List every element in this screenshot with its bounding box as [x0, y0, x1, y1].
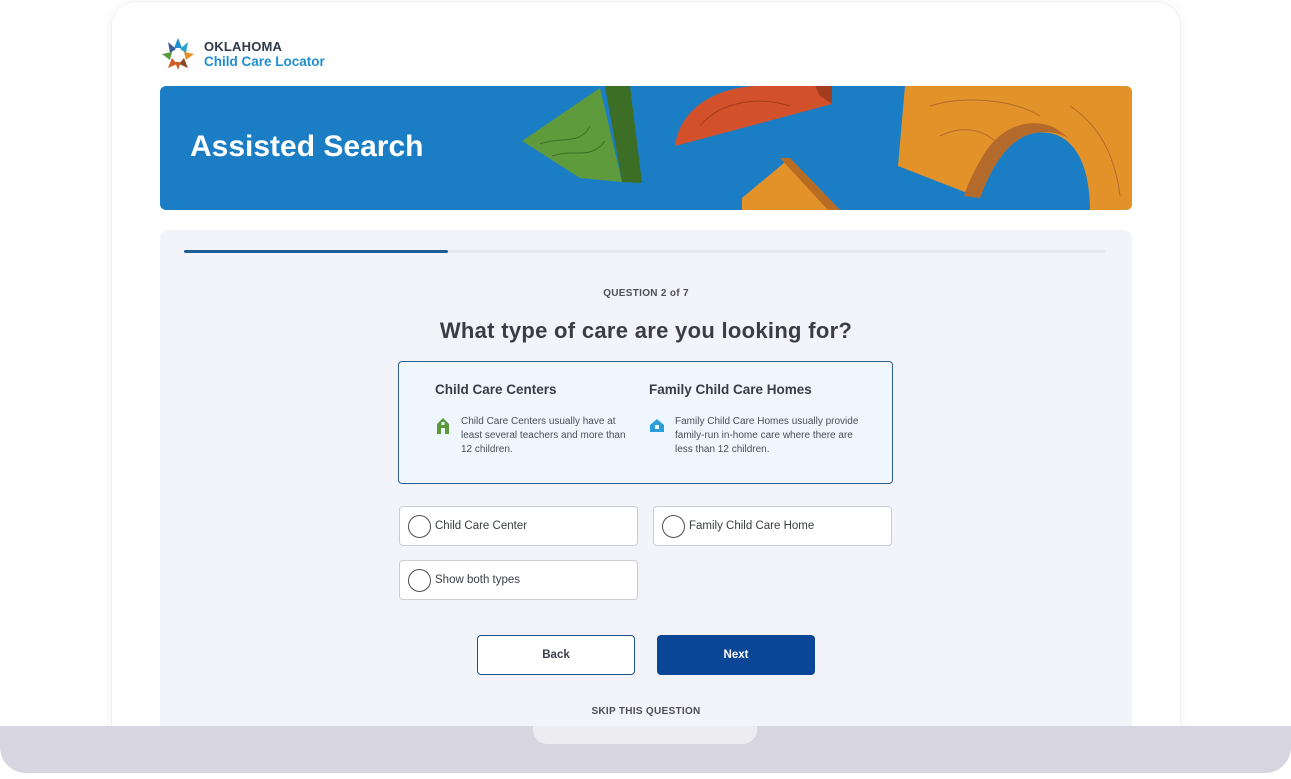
device-notch [533, 726, 757, 744]
oklahoma-star-logo-icon [162, 38, 194, 70]
progress-bar [184, 250, 1106, 253]
info-homes-heading: Family Child Care Homes [649, 382, 812, 397]
radio-icon[interactable] [408, 514, 431, 538]
info-centers-text: Child Care Centers usually have at least… [461, 416, 626, 455]
device-screen: OKLAHOMA Child Care Locator Assisted Sea… [112, 2, 1180, 732]
page-title: Assisted Search [190, 130, 424, 163]
skip-question-link[interactable]: SKIP THIS QUESTION [160, 706, 1132, 717]
site-logo[interactable]: OKLAHOMA Child Care Locator [160, 34, 325, 74]
hero-banner: Assisted Search [160, 86, 1132, 210]
option-label: Child Care Center [435, 520, 528, 532]
radio-icon[interactable] [408, 568, 431, 592]
question-counter: QUESTION 2 of 7 [603, 288, 689, 299]
radio-icon[interactable] [662, 514, 685, 538]
house-icon [650, 419, 664, 432]
option-label: Show both types [435, 574, 521, 586]
brand-line-1: OKLAHOMA [204, 38, 283, 54]
option-label: Family Child Care Home [689, 520, 815, 532]
info-centers-heading: Child Care Centers [435, 382, 557, 397]
brand-line-2: Child Care Locator [204, 53, 325, 69]
info-centers: Child Care Centers Child Care Centers us… [435, 382, 635, 457]
info-homes-text: Family Child Care Homes usually provide … [675, 416, 859, 455]
building-icon [437, 418, 449, 434]
next-button[interactable]: Next [657, 635, 815, 675]
question-title: What type of care are you looking for? [439, 318, 853, 343]
care-type-info-box: Child Care Centers Child Care Centers us… [398, 361, 893, 484]
option-show-both-types[interactable]: Show both types [399, 560, 638, 600]
back-button[interactable]: Back [477, 635, 635, 675]
question-card: QUESTION 2 of 7 What type of care are yo… [160, 230, 1132, 732]
option-family-child-care-home[interactable]: Family Child Care Home [653, 506, 892, 546]
info-homes: Family Child Care Homes Family Child Car… [649, 382, 869, 457]
option-child-care-center[interactable]: Child Care Center [399, 506, 638, 546]
progress-fill [184, 250, 448, 253]
